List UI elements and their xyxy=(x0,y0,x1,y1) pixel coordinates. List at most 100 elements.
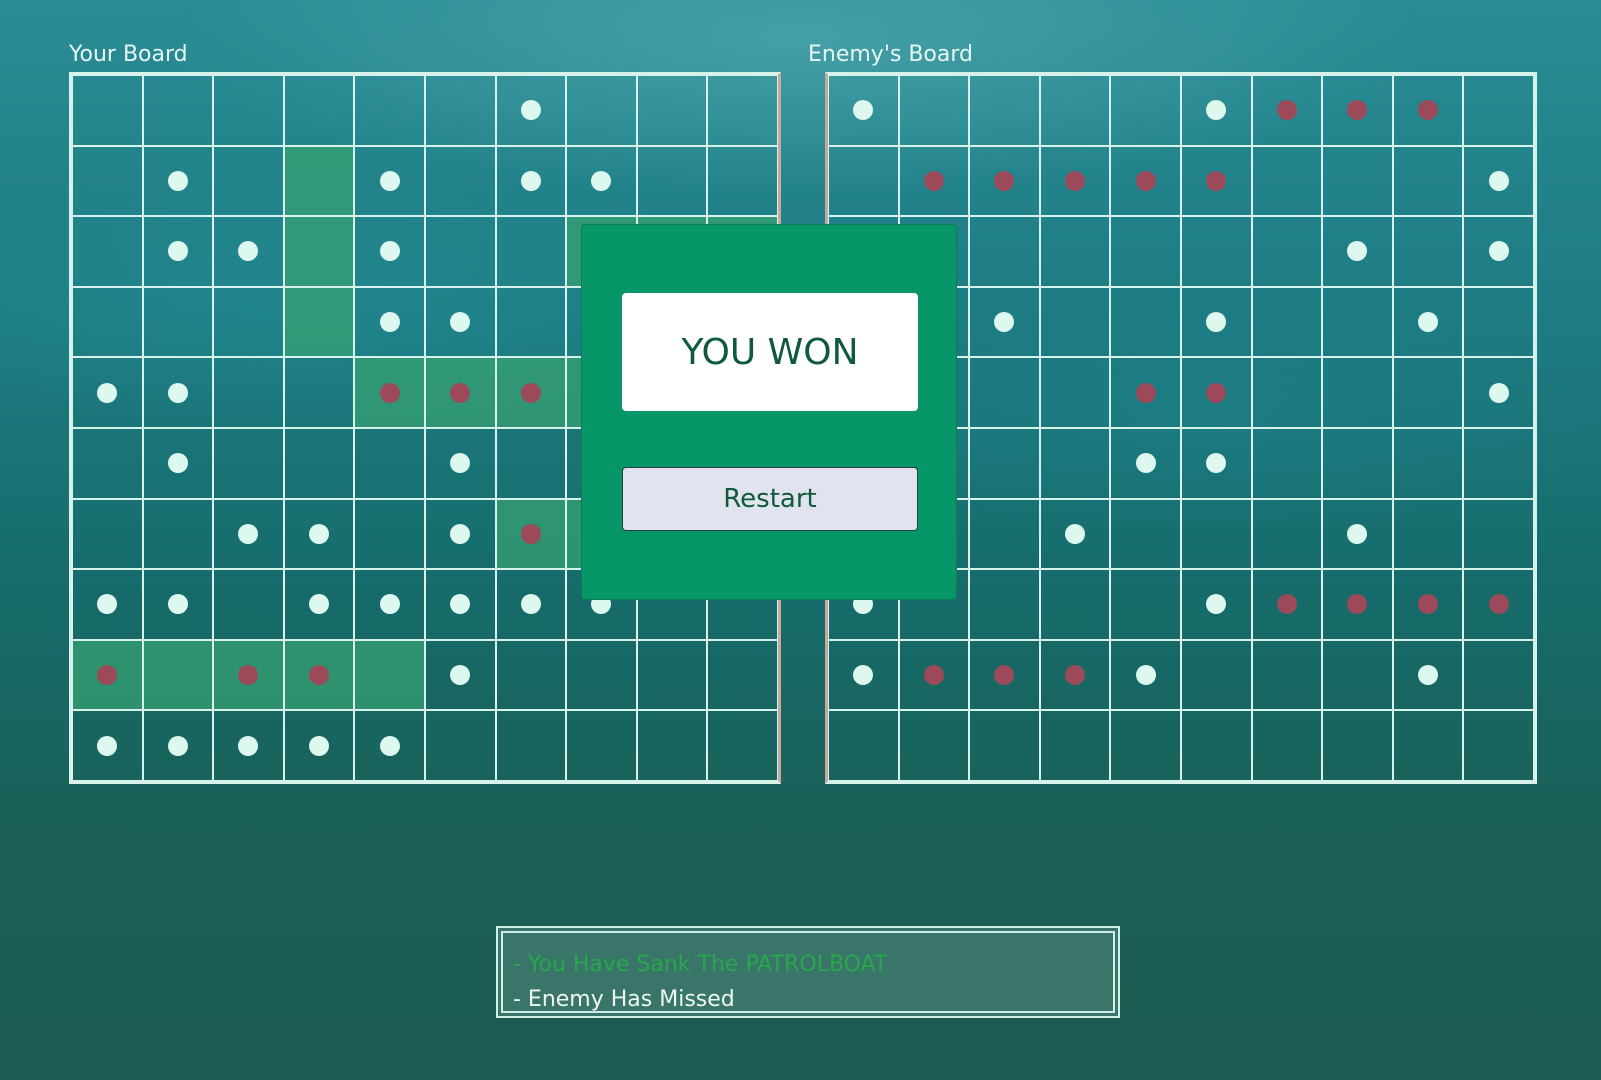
enemy-board-cell[interactable] xyxy=(1463,286,1534,358)
enemy-board-cell[interactable] xyxy=(1322,639,1393,711)
enemy-board-cell[interactable] xyxy=(1322,286,1393,358)
enemy-board-cell[interactable] xyxy=(1463,216,1534,287)
enemy-board-cell[interactable] xyxy=(1392,75,1464,146)
hit-marker xyxy=(379,382,400,403)
enemy-board-cell[interactable] xyxy=(1039,569,1111,640)
enemy-board-cell[interactable] xyxy=(1392,710,1464,781)
enemy-board-cell[interactable] xyxy=(898,145,970,217)
enemy-board-cell[interactable] xyxy=(1039,216,1111,287)
enemy-board-cell[interactable] xyxy=(1392,569,1464,640)
enemy-board-cell[interactable] xyxy=(1463,710,1534,781)
enemy-board-cell[interactable] xyxy=(1110,216,1181,287)
enemy-board-cell[interactable] xyxy=(1322,75,1393,146)
enemy-board-cell[interactable] xyxy=(1463,427,1534,499)
player-board-cell xyxy=(636,75,708,146)
enemy-board-cell[interactable] xyxy=(1039,498,1111,570)
enemy-board-cell[interactable] xyxy=(1251,498,1323,570)
enemy-board-cell[interactable] xyxy=(1039,286,1111,358)
enemy-board-cell[interactable] xyxy=(1110,569,1181,640)
enemy-board-cell[interactable] xyxy=(1110,710,1181,781)
enemy-board-cell[interactable] xyxy=(1110,145,1181,217)
enemy-board-cell[interactable] xyxy=(898,639,970,711)
enemy-board-cell[interactable] xyxy=(1463,498,1534,570)
enemy-board-cell[interactable] xyxy=(1039,357,1111,428)
enemy-board-cell[interactable] xyxy=(1110,498,1181,570)
player-board-cell xyxy=(142,498,214,570)
enemy-board-cell[interactable] xyxy=(1251,569,1323,640)
enemy-board-cell[interactable] xyxy=(969,427,1040,499)
enemy-board-cell[interactable] xyxy=(828,75,899,146)
enemy-board-cell[interactable] xyxy=(898,710,970,781)
enemy-board-cell[interactable] xyxy=(1039,639,1111,711)
enemy-board-cell[interactable] xyxy=(1392,427,1464,499)
enemy-board-cell[interactable] xyxy=(1110,639,1181,711)
enemy-board-cell[interactable] xyxy=(828,710,899,781)
enemy-board-cell[interactable] xyxy=(969,357,1040,428)
miss-marker xyxy=(1206,100,1227,121)
miss-marker xyxy=(379,241,400,262)
enemy-board-cell[interactable] xyxy=(1180,710,1252,781)
enemy-board-cell[interactable] xyxy=(1392,216,1464,287)
enemy-board-cell[interactable] xyxy=(969,498,1040,570)
enemy-board-cell[interactable] xyxy=(1392,286,1464,358)
enemy-board-cell[interactable] xyxy=(1039,710,1111,781)
enemy-board-cell[interactable] xyxy=(1180,498,1252,570)
restart-button[interactable]: Restart xyxy=(622,467,918,531)
enemy-board-cell[interactable] xyxy=(1463,75,1534,146)
enemy-board-cell[interactable] xyxy=(1251,357,1323,428)
enemy-board-cell[interactable] xyxy=(1180,286,1252,358)
enemy-board-cell[interactable] xyxy=(1039,427,1111,499)
enemy-board-cell[interactable] xyxy=(1251,427,1323,499)
enemy-board-cell[interactable] xyxy=(969,145,1040,217)
enemy-board-cell[interactable] xyxy=(1392,639,1464,711)
player-board-cell xyxy=(424,75,496,146)
enemy-board-cell[interactable] xyxy=(969,216,1040,287)
enemy-board-cell[interactable] xyxy=(1322,145,1393,217)
enemy-board-cell[interactable] xyxy=(969,639,1040,711)
enemy-board-cell[interactable] xyxy=(969,569,1040,640)
player-board-cell xyxy=(142,216,214,287)
enemy-board-cell[interactable] xyxy=(1251,710,1323,781)
enemy-board-cell[interactable] xyxy=(1039,75,1111,146)
enemy-board-cell[interactable] xyxy=(1463,357,1534,428)
enemy-board-cell[interactable] xyxy=(1463,639,1534,711)
enemy-board-cell[interactable] xyxy=(1180,145,1252,217)
miss-marker xyxy=(167,241,188,262)
player-board-cell xyxy=(566,710,637,781)
enemy-board-cell[interactable] xyxy=(1180,569,1252,640)
enemy-board-cell[interactable] xyxy=(1251,286,1323,358)
enemy-board-cell[interactable] xyxy=(1463,145,1534,217)
miss-marker xyxy=(1418,312,1439,333)
enemy-board-cell[interactable] xyxy=(1251,216,1323,287)
enemy-board-cell[interactable] xyxy=(1110,427,1181,499)
player-board-cell xyxy=(142,357,214,428)
enemy-board-cell[interactable] xyxy=(1392,357,1464,428)
enemy-board-cell[interactable] xyxy=(1039,145,1111,217)
enemy-board-cell[interactable] xyxy=(1322,357,1393,428)
enemy-board-cell[interactable] xyxy=(1110,75,1181,146)
enemy-board-cell[interactable] xyxy=(969,710,1040,781)
enemy-board-cell[interactable] xyxy=(1110,357,1181,428)
enemy-board-cell[interactable] xyxy=(969,286,1040,358)
enemy-board-cell[interactable] xyxy=(1322,569,1393,640)
enemy-board-cell[interactable] xyxy=(1180,216,1252,287)
enemy-board-cell[interactable] xyxy=(1251,145,1323,217)
enemy-board-cell[interactable] xyxy=(1392,498,1464,570)
enemy-board-cell[interactable] xyxy=(1110,286,1181,358)
enemy-board-cell[interactable] xyxy=(1322,427,1393,499)
enemy-board-cell[interactable] xyxy=(969,75,1040,146)
enemy-board-cell[interactable] xyxy=(1180,427,1252,499)
enemy-board-cell[interactable] xyxy=(828,639,899,711)
enemy-board-cell[interactable] xyxy=(1322,498,1393,570)
enemy-board-cell[interactable] xyxy=(1322,216,1393,287)
enemy-board-cell[interactable] xyxy=(828,145,899,217)
enemy-board-cell[interactable] xyxy=(1251,639,1323,711)
enemy-board-cell[interactable] xyxy=(1322,710,1393,781)
enemy-board-cell[interactable] xyxy=(1392,145,1464,217)
enemy-board-cell[interactable] xyxy=(1180,75,1252,146)
enemy-board-cell[interactable] xyxy=(1180,357,1252,428)
enemy-board-cell[interactable] xyxy=(898,75,970,146)
enemy-board-cell[interactable] xyxy=(1251,75,1323,146)
enemy-board-cell[interactable] xyxy=(1463,569,1534,640)
enemy-board-cell[interactable] xyxy=(1180,639,1252,711)
